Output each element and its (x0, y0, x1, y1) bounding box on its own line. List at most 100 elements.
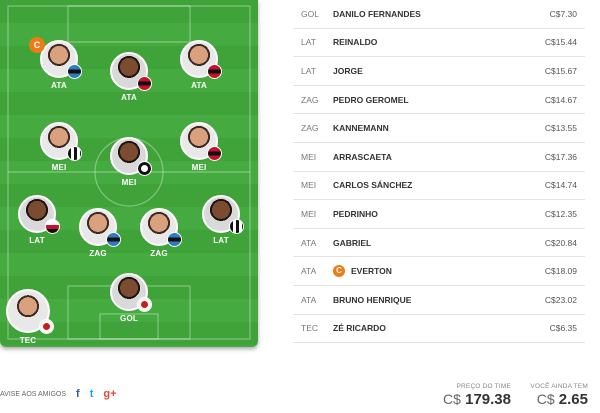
player-position: LAT (213, 236, 229, 245)
row-price: C$17.36 (544, 151, 577, 162)
row-player-name: JORGE (333, 65, 363, 76)
player-position: ATA (121, 93, 137, 102)
table-row[interactable]: MEI ARRASCAETA C$17.36 (293, 143, 585, 172)
player-slot-zag-2[interactable]: ZAG (129, 208, 189, 258)
row-price: C$13.55 (544, 123, 577, 134)
player-position: LAT (29, 236, 45, 245)
player-position: ZAG (89, 249, 107, 258)
table-row[interactable]: GOL DANILO FERNANDES C$7.30 (293, 0, 585, 29)
player-slot-lat-1[interactable]: LAT (7, 195, 67, 245)
team-price-label: PREÇO DO TIME (456, 383, 511, 390)
row-price: C$15.44 (544, 37, 577, 48)
captain-icon: C (29, 37, 45, 53)
row-position: MEI (301, 151, 317, 162)
balance-label: VOCÊ AINDA TEM (530, 383, 588, 390)
google-plus-icon[interactable]: g+ (103, 388, 116, 400)
row-position: LAT (301, 37, 316, 48)
player-position: TEC (19, 336, 37, 345)
player-slot-ata-2[interactable]: ATA (99, 52, 159, 102)
player-position: ATA (191, 81, 207, 90)
table-row[interactable]: ZAG PEDRO GEROMEL C$14.67 (293, 86, 585, 115)
player-slot-lat-2[interactable]: LAT (191, 195, 251, 245)
row-price: C$14.74 (544, 180, 577, 191)
row-position: MEI (301, 208, 317, 219)
row-player-name: CARLOS SÁNCHEZ (333, 180, 413, 191)
table-row[interactable]: ATA BRUNO HENRIQUE C$23.02 (293, 286, 585, 315)
player-position: MEI (51, 163, 67, 172)
club-crest-icon (229, 219, 244, 234)
row-position: GOL (301, 8, 319, 19)
row-price: C$12.35 (544, 208, 577, 219)
captain-icon: C (333, 265, 345, 278)
row-price: C$23.02 (544, 294, 577, 305)
player-photo (202, 195, 244, 234)
player-photo (40, 40, 82, 79)
club-crest-icon (67, 64, 82, 79)
player-slot-mei-3[interactable]: MEI (169, 122, 229, 172)
row-price: C$14.67 (544, 94, 577, 105)
twitter-icon[interactable]: t (90, 388, 94, 400)
coach-slot[interactable]: TEC (0, 289, 58, 345)
row-price: C$15.67 (544, 65, 577, 76)
row-player-name: EVERTON (351, 266, 392, 277)
club-crest-icon (207, 64, 222, 79)
club-crest-icon (137, 297, 152, 312)
row-position: ATA (301, 294, 317, 305)
balance-amount: 2.65 (558, 391, 588, 408)
club-crest-icon (137, 161, 152, 176)
club-crest-icon (67, 146, 82, 161)
player-photo (110, 52, 152, 91)
club-crest-icon (39, 319, 54, 334)
row-position: ATA (301, 237, 317, 248)
share-bar: AVISE AOS AMIGOS f t g+ (0, 388, 117, 400)
row-player-name: DANILO FERNANDES (333, 8, 421, 19)
row-player-name: KANNEMANN (333, 123, 389, 134)
player-photo (180, 122, 222, 161)
row-price: C$18.09 (544, 266, 577, 277)
player-photo (110, 273, 152, 312)
player-photo (180, 40, 222, 79)
remaining-balance: VOCÊ AINDA TEM C$ 2.65 (526, 383, 588, 408)
table-row[interactable]: ATA C EVERTON C$18.09 (293, 257, 585, 286)
row-position: LAT (301, 65, 316, 76)
club-crest-icon (45, 219, 60, 234)
row-price: C$7.30 (549, 8, 577, 19)
table-row[interactable]: ATA GABRIEL C$20.84 (293, 229, 585, 258)
player-slot-zag-1[interactable]: ZAG (68, 208, 128, 258)
player-position: GOL (120, 314, 138, 323)
row-player-name: ZÉ RICARDO (333, 323, 386, 334)
row-position: ZAG (301, 94, 319, 105)
player-photo (18, 195, 60, 234)
row-price: C$6.35 (549, 323, 577, 334)
club-crest-icon (137, 76, 152, 91)
coach-photo (6, 289, 54, 334)
balance-value: C$ 2.65 (526, 391, 588, 408)
row-position: ZAG (301, 123, 319, 134)
team-price-amount: 179.38 (465, 391, 511, 408)
row-player-name: BRUNO HENRIQUE (333, 294, 412, 305)
player-position: MEI (191, 163, 207, 172)
row-position: MEI (301, 180, 317, 191)
table-row[interactable]: LAT REINALDO C$15.44 (293, 29, 585, 58)
balance-currency: C$ (536, 391, 555, 407)
row-player-name: GABRIEL (333, 237, 372, 248)
table-row[interactable]: LAT JORGE C$15.67 (293, 57, 585, 86)
team-price: PREÇO DO TIME C$ 179.38 (441, 383, 511, 408)
row-price: C$20.84 (544, 237, 577, 248)
player-slot-mei-2[interactable]: MEI (99, 137, 159, 187)
player-position: ATA (51, 81, 67, 90)
player-slot-ata-3[interactable]: ATA (169, 40, 229, 90)
player-slot-gol[interactable]: GOL (99, 273, 159, 323)
lineup-field: ATA C ATA ATA MEI MEI MEI LAT ZAG ZAG LA… (0, 0, 258, 347)
table-row[interactable]: ZAG KANNEMANN C$13.55 (293, 114, 585, 143)
player-photo (110, 137, 152, 176)
player-position: ZAG (150, 249, 168, 258)
table-row[interactable]: MEI PEDRINHO C$12.35 (293, 200, 585, 229)
player-slot-mei-1[interactable]: MEI (29, 122, 89, 172)
facebook-icon[interactable]: f (76, 388, 80, 400)
share-label: AVISE AOS AMIGOS (0, 390, 67, 398)
table-row[interactable]: TEC ZÉ RICARDO C$6.35 (293, 315, 585, 344)
team-price-value: C$ 179.38 (441, 391, 511, 408)
table-row[interactable]: MEI CARLOS SÁNCHEZ C$14.74 (293, 172, 585, 201)
club-crest-icon (106, 232, 121, 247)
